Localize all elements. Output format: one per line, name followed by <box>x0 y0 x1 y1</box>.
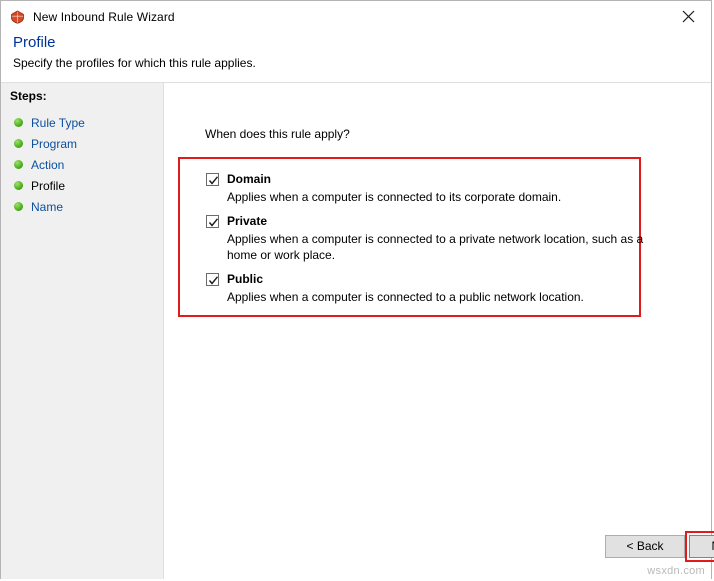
close-icon[interactable] <box>666 1 711 31</box>
step-bullet-icon <box>14 118 23 127</box>
step-bullet-icon <box>14 181 23 190</box>
steps-sidebar: Steps: Rule Type Program Action Profile … <box>1 83 164 579</box>
sidebar-item-label: Profile <box>31 179 65 193</box>
step-bullet-icon <box>14 139 23 148</box>
window-title: New Inbound Rule Wizard <box>33 10 175 24</box>
wizard-window: New Inbound Rule Wizard Profile Specify … <box>0 0 712 579</box>
wizard-body: Steps: Rule Type Program Action Profile … <box>1 82 711 579</box>
public-label: Public <box>227 272 263 286</box>
private-label: Private <box>227 214 267 228</box>
public-checkbox[interactable] <box>206 273 219 286</box>
sidebar-item-label: Action <box>31 158 64 172</box>
firewall-shield-icon <box>9 8 26 25</box>
sidebar-item-label: Name <box>31 200 63 214</box>
wizard-footer: < Back Next > Cancel wsxdn.com <box>164 515 711 579</box>
watermark: wsxdn.com <box>647 565 705 577</box>
sidebar-item-action[interactable]: Action <box>10 154 163 175</box>
step-bullet-icon <box>14 202 23 211</box>
public-description: Applies when a computer is connected to … <box>227 289 584 305</box>
domain-checkbox[interactable] <box>206 173 219 186</box>
private-description: Applies when a computer is connected to … <box>227 231 647 263</box>
main-content: When does this rule apply? Domain Applie… <box>164 83 711 579</box>
option-domain: Domain Applies when a computer is connec… <box>206 172 561 205</box>
step-bullet-icon <box>14 160 23 169</box>
page-header: Profile Specify the profiles for which t… <box>1 32 711 82</box>
sidebar-item-label: Program <box>31 137 77 151</box>
page-title: Profile <box>13 34 711 51</box>
page-subtitle: Specify the profiles for which this rule… <box>13 56 711 70</box>
title-bar: New Inbound Rule Wizard <box>1 1 711 32</box>
sidebar-item-label: Rule Type <box>31 116 85 130</box>
domain-label: Domain <box>227 172 271 186</box>
next-button[interactable]: Next > <box>689 535 714 558</box>
sidebar-item-name[interactable]: Name <box>10 196 163 217</box>
back-button[interactable]: < Back <box>605 535 685 558</box>
sidebar-item-program[interactable]: Program <box>10 133 163 154</box>
steps-heading: Steps: <box>10 89 163 103</box>
private-checkbox[interactable] <box>206 215 219 228</box>
question-label: When does this rule apply? <box>205 127 350 141</box>
domain-description: Applies when a computer is connected to … <box>227 189 561 205</box>
option-public: Public Applies when a computer is connec… <box>206 272 584 305</box>
sidebar-item-profile[interactable]: Profile <box>10 175 163 196</box>
option-private: Private Applies when a computer is conne… <box>206 214 647 263</box>
sidebar-item-rule-type[interactable]: Rule Type <box>10 112 163 133</box>
